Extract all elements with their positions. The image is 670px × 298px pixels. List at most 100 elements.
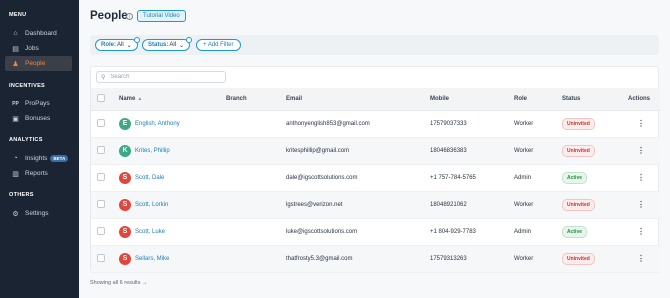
sidebar-section-analytics: ANALYTICS [9, 137, 43, 143]
role-filter-chip[interactable]: Role: All ⌄ [95, 37, 140, 51]
person-name-link[interactable]: Scott, Dale [135, 175, 164, 181]
avatar: S [119, 171, 131, 184]
role-cell: Admin [508, 164, 556, 192]
column-header-role: Role [508, 88, 556, 111]
row-actions-menu-icon[interactable]: ⋮ [622, 218, 660, 246]
mobile-cell: 18048921062 [424, 191, 508, 219]
chevron-down-icon: ⌄ [126, 42, 132, 49]
dashboard-icon: ⌂ [13, 30, 18, 37]
status-cell: Uninvited [556, 191, 622, 219]
add-filter-button[interactable]: + Add Filter [196, 39, 241, 51]
name-cell[interactable]: S Scott, Luke [113, 218, 220, 246]
column-header-branch: Branch [220, 88, 280, 111]
people-table: Name ▲ Branch Email Mobile Role Status Ac… [91, 88, 660, 273]
table-row[interactable]: S Scott, Luke luke@igscottsolutions.com +1 … [91, 218, 660, 246]
sidebar-item-settings[interactable]: ⚙ Settings [5, 206, 72, 221]
select-all-header [91, 88, 113, 111]
tutorial-video-button[interactable]: Tutorial Video [137, 10, 186, 22]
people-icon: ♟ [12, 60, 19, 68]
role-cell: Admin [508, 218, 556, 246]
remove-filter-icon[interactable] [186, 37, 193, 43]
table-row[interactable]: E English, Anthony anthonyenglish853@gmail… [91, 110, 660, 138]
person-name-link[interactable]: Krites, Phillip [135, 148, 170, 154]
sidebar-item-jobs[interactable]: ▤ Jobs [5, 41, 72, 56]
column-header-name[interactable]: Name ▲ [113, 88, 220, 111]
name-cell[interactable]: S Sellars, Mike [113, 245, 220, 273]
row-checkbox[interactable] [97, 199, 105, 208]
mobile-cell: +1 804-929-7783 [424, 218, 508, 246]
status-badge: Active [562, 171, 588, 184]
row-actions-menu-icon[interactable]: ⋮ [622, 110, 660, 138]
name-cell[interactable]: K Krites, Phillip [113, 137, 220, 165]
person-name-link[interactable]: Scott, Luke [135, 229, 165, 235]
sort-icon: ▲ [137, 95, 143, 102]
mobile-cell: 17579037333 [424, 110, 508, 138]
role-filter-value: All [117, 42, 124, 48]
status-cell: Active [556, 218, 622, 246]
sidebar-section-incentives: INCENTIVES [9, 83, 46, 89]
status-cell: Uninvited [556, 245, 622, 273]
status-filter-key: Status: [148, 42, 169, 48]
person-name-link[interactable]: Sellars, Mike [135, 256, 169, 262]
select-all-checkbox[interactable] [97, 93, 105, 102]
status-filter-chip[interactable]: Status: All ⌄ [142, 37, 193, 51]
sidebar-item-bonuses[interactable]: ▣ Bonuses [5, 111, 72, 126]
main-content: People i Tutorial Video Role: All ⌄ Stat… [79, 0, 670, 298]
sidebar-item-people[interactable]: ♟ People [5, 56, 72, 71]
email-cell: anthonyenglish853@gmail.com [280, 110, 424, 138]
briefcase-icon: ▤ [12, 45, 19, 53]
remove-filter-icon[interactable] [133, 37, 140, 43]
name-cell[interactable]: S Scott, Dale [113, 164, 220, 192]
mobile-cell: 18046836383 [424, 137, 508, 165]
avatar: S [119, 198, 131, 211]
sidebar-item-label: ProPays [25, 100, 50, 107]
column-header-email: Email [280, 88, 424, 111]
row-checkbox[interactable] [97, 226, 105, 235]
sidebar-item-label: People [25, 60, 46, 67]
results-count: Showing all 6 results → [90, 280, 148, 286]
row-actions-menu-icon[interactable]: ⋮ [622, 137, 660, 165]
table-row[interactable]: S Sellars, Mike thatfrosty5.3@gmail.com 175… [91, 245, 660, 273]
column-header-status: Status [556, 88, 622, 111]
mobile-cell: +1 757-784-5765 [424, 164, 508, 192]
sidebar-section-menu: MENU [9, 12, 27, 18]
table-row[interactable]: S Scott, Dale dale@igscottsolutions.com +1 … [91, 164, 660, 192]
chevron-down-icon: ⌄ [179, 42, 185, 49]
sidebar-item-label: Reports [25, 170, 48, 177]
name-cell[interactable]: S Scott, Lorkin [113, 191, 220, 219]
sidebar-item-propays[interactable]: PP ProPays [5, 96, 72, 111]
insights-icon: ◔ [13, 155, 18, 162]
sidebar-item-insights[interactable]: ◔ Insights BETA [5, 151, 72, 166]
role-cell: Worker [508, 245, 556, 273]
row-select-cell [91, 164, 113, 192]
row-actions-menu-icon[interactable]: ⋮ [622, 191, 660, 219]
search-input[interactable] [110, 74, 211, 80]
person-name-link[interactable]: Scott, Lorkin [135, 202, 168, 208]
table-row[interactable]: K Krites, Phillip kritesphillip@gmail.com 1… [91, 137, 660, 165]
name-cell[interactable]: E English, Anthony [113, 110, 220, 138]
email-cell: kritesphillip@gmail.com [280, 137, 424, 165]
row-checkbox[interactable] [97, 118, 105, 127]
row-checkbox[interactable] [97, 172, 105, 181]
sidebar-item-dashboard[interactable]: ⌂ Dashboard [5, 26, 72, 41]
search-box[interactable]: ⚲ [96, 71, 226, 83]
row-actions-menu-icon[interactable]: ⋮ [622, 245, 660, 273]
gear-icon: ⚙ [12, 210, 19, 218]
status-badge: Active [562, 225, 588, 238]
branch-cell [220, 191, 280, 219]
email-cell: luke@igscottsolutions.com [280, 218, 424, 246]
avatar: S [119, 225, 131, 238]
info-icon[interactable]: i [126, 13, 133, 20]
sidebar-item-label: Settings [25, 210, 49, 217]
sidebar-item-reports[interactable]: ▥ Reports [5, 166, 72, 181]
table-row[interactable]: S Scott, Lorkin lgstrees@verizon.net 180489… [91, 191, 660, 219]
status-filter-value: All [169, 42, 177, 48]
row-checkbox[interactable] [97, 145, 105, 154]
branch-cell [220, 218, 280, 246]
row-checkbox[interactable] [97, 253, 105, 262]
row-actions-menu-icon[interactable]: ⋮ [622, 164, 660, 192]
person-name-link[interactable]: English, Anthony [135, 121, 180, 127]
bonus-icon: ▣ [12, 115, 19, 123]
email-cell: dale@igscottsolutions.com [280, 164, 424, 192]
row-select-cell [91, 218, 113, 246]
